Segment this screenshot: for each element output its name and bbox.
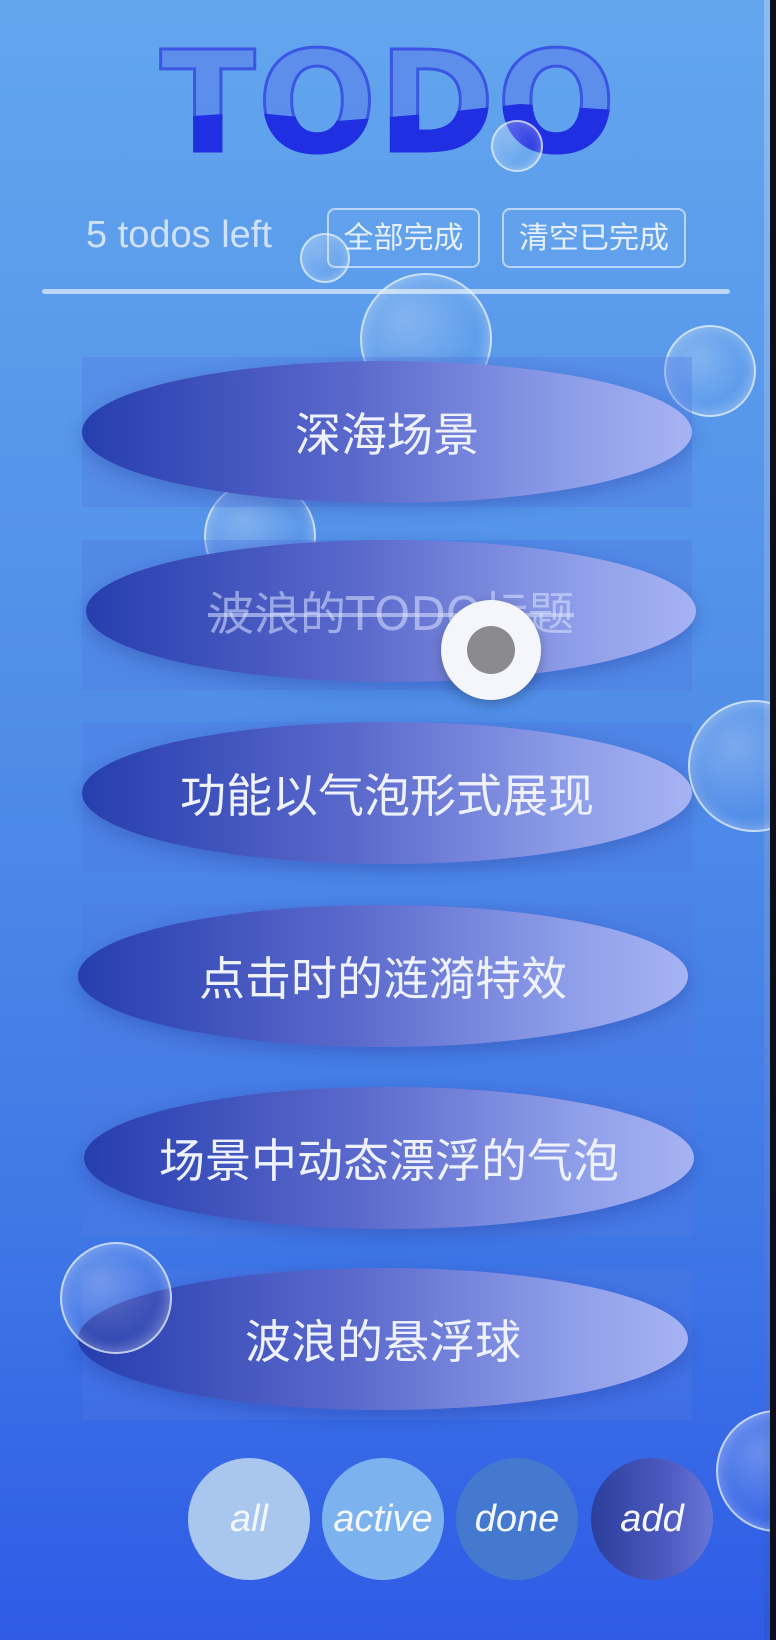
floating-bubble [716, 1410, 770, 1532]
complete-all-button[interactable]: 全部完成 [327, 208, 480, 268]
todo-bubble[interactable]: 点击时的涟漪特效 [78, 905, 688, 1047]
todo-item[interactable]: 波浪的悬浮球 [78, 1268, 692, 1420]
add-todo-button[interactable]: add [591, 1458, 713, 1580]
todo-bubble[interactable]: 功能以气泡形式展现 [82, 722, 692, 864]
todo-app: TODO TODO 5 todos left 全部完成 清空已完成 深海场景 波… [0, 0, 770, 1640]
todo-text: 点击时的涟漪特效 [199, 952, 567, 1006]
todo-item-completed[interactable]: 波浪的TODO标题 [82, 540, 696, 690]
floating-ball-core [467, 626, 515, 674]
floating-ball-button[interactable] [441, 600, 541, 700]
todo-text: 波浪的悬浮球 [245, 1315, 521, 1369]
todo-text: 场景中动态漂浮的气泡 [159, 1134, 619, 1188]
todo-text: 功能以气泡形式展现 [180, 769, 594, 823]
floating-bubble [688, 700, 770, 832]
filter-active-button[interactable]: active [322, 1458, 444, 1580]
todo-text: 深海场景 [295, 408, 479, 462]
filter-done-button[interactable]: done [456, 1458, 578, 1580]
todo-bubble[interactable]: 深海场景 [82, 361, 692, 503]
header-divider [42, 289, 730, 294]
wave-title: TODO TODO [159, 32, 618, 175]
todo-item[interactable]: 点击时的涟漪特效 [78, 905, 692, 1055]
clear-completed-button[interactable]: 清空已完成 [502, 208, 686, 268]
todos-left-count: 5 todos left [86, 214, 272, 256]
todo-item[interactable]: 场景中动态漂浮的气泡 [82, 1087, 694, 1237]
todo-bubble[interactable]: 波浪的悬浮球 [78, 1268, 688, 1410]
todo-bubble[interactable]: 波浪的TODO标题 [86, 540, 696, 682]
filter-all-button[interactable]: all [188, 1458, 310, 1580]
todo-item[interactable]: 功能以气泡形式展现 [82, 722, 692, 872]
todo-bubble[interactable]: 场景中动态漂浮的气泡 [84, 1087, 694, 1229]
todo-item[interactable]: 深海场景 [82, 357, 692, 507]
